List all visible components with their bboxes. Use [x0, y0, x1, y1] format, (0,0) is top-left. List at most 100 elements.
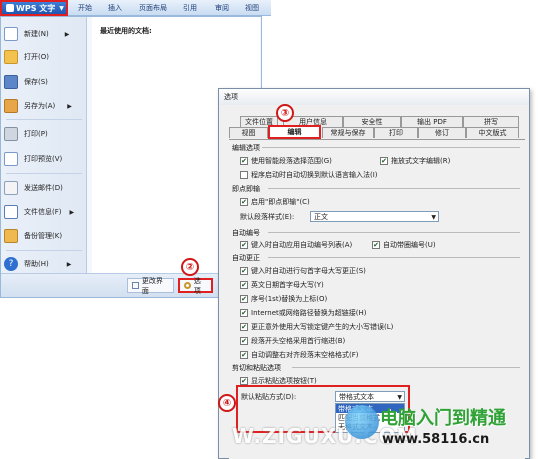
checkmark-icon: ✔: [240, 156, 248, 165]
checkbox-label: 序号(1st)替换为上标(O): [251, 295, 328, 303]
gear-icon: [184, 282, 191, 289]
tab-general-save[interactable]: 常规与保存: [322, 127, 374, 138]
tab-security[interactable]: 安全性: [343, 116, 401, 127]
checkbox-label: 段落开头空格采用首行缩进(B): [251, 337, 346, 345]
checkbox-click-and-type[interactable]: ✔ 启用"即点即输"(C): [240, 197, 310, 207]
checkmark-icon: ✔: [240, 294, 248, 303]
select-value: 带格式文本: [339, 392, 374, 401]
section-divider: [292, 367, 520, 368]
save-as-icon: [4, 99, 18, 113]
marker-2: ②: [181, 258, 199, 276]
menu-separator: [6, 173, 82, 174]
tab-revisions[interactable]: 修订: [418, 127, 466, 138]
menu-item-backup[interactable]: 备份管理(K): [4, 226, 62, 246]
tab-insert[interactable]: 插入: [104, 2, 126, 14]
default-paragraph-style-select[interactable]: 正文 ▼: [310, 211, 439, 222]
menu-item-save-as[interactable]: 另存为(A) ▶: [4, 96, 72, 116]
tab-spelling[interactable]: 拼写: [463, 116, 519, 127]
mail-icon: [4, 181, 18, 195]
menu-item-open[interactable]: 打开(O): [4, 47, 49, 67]
tab-chinese-layout[interactable]: 中文版式: [466, 127, 519, 138]
menu-separator: [6, 119, 82, 120]
menu-item-print-preview[interactable]: 打印预览(V): [4, 149, 62, 169]
tab-view[interactable]: 视图: [229, 127, 268, 138]
new-doc-icon: [4, 27, 18, 41]
checkbox-caps-lock-correction[interactable]: ✔ 更正意外使用大写锁定键产生的大小写错误(L): [240, 322, 393, 332]
checkbox-label: 更正意外使用大写锁定键产生的大小写错误(L): [251, 323, 394, 331]
menu-item-label: 打开(O): [24, 53, 49, 61]
chevron-right-icon: ▶: [64, 30, 70, 38]
section-click-and-type: 即点即输: [232, 185, 260, 193]
menu-item-label: 保存(S): [24, 78, 48, 86]
menu-item-file-info[interactable]: 文件信息(F) ▶: [4, 202, 74, 222]
checkmark-icon: ✔: [372, 240, 380, 249]
menu-item-help[interactable]: ? 帮助(H) ▶: [4, 254, 71, 274]
checkbox-drag-drop[interactable]: ✔ 拖放式文字编辑(R): [380, 156, 450, 166]
checkmark-icon: ✔: [240, 350, 248, 359]
checkbox-label: 自动调整右对齐段落末空格格式(F): [251, 351, 359, 359]
checkmark-icon: ✔: [240, 280, 248, 289]
checkmark-icon: ✔: [240, 308, 248, 317]
menu-item-label: 新建(N): [24, 30, 49, 38]
checkmark-icon: ✔: [240, 322, 248, 331]
tab-review[interactable]: 审阅: [210, 2, 234, 14]
menu-item-send-mail[interactable]: 发送邮件(D): [4, 178, 63, 198]
tab-view[interactable]: 视图: [242, 2, 262, 14]
checkbox-right-align-spaces[interactable]: ✔ 自动调整右对齐段落末空格格式(F): [240, 350, 359, 360]
wps-logo-icon: [6, 4, 14, 12]
tab-references[interactable]: 引用: [180, 2, 200, 14]
menu-item-label: 打印预览(V): [24, 155, 63, 163]
tab-start[interactable]: 开始: [74, 2, 96, 14]
section-cut-paste: 剪切和粘贴选项: [232, 364, 281, 372]
marker-4: ④: [218, 394, 236, 412]
menu-item-label: 另存为(A): [24, 102, 56, 110]
tab-page-layout[interactable]: 页面布局: [136, 2, 170, 14]
default-paragraph-style-label: 默认段落样式(E):: [240, 213, 295, 221]
change-ui-button[interactable]: 更改界面: [127, 277, 174, 295]
checkbox-empty-icon: [240, 171, 248, 179]
checkbox-ordinal-superscript[interactable]: ✔ 序号(1st)替换为上标(O): [240, 294, 327, 304]
default-paste-select[interactable]: 带格式文本 ▼: [335, 391, 405, 402]
section-divider: [268, 188, 520, 189]
chevron-right-icon: ▶: [69, 208, 75, 216]
checkbox-auto-ime[interactable]: 程序启动时自动切换到默认语言输入法(I): [240, 170, 378, 180]
section-auto-numbering: 自动编号: [232, 229, 260, 237]
menu-item-save[interactable]: 保存(S): [4, 72, 48, 92]
help-icon: ?: [4, 257, 18, 271]
checkbox-capitalize-first-letter[interactable]: ✔ 键入时自动进行句首字母大写更正(S): [240, 266, 366, 276]
marker-3: ③: [276, 104, 294, 122]
checkmark-icon: ✔: [240, 197, 248, 206]
menu-item-new[interactable]: 新建(N) ▶: [4, 24, 69, 44]
change-ui-icon: [132, 282, 139, 289]
menu-separator: [6, 250, 82, 251]
checkbox-hyperlinks[interactable]: ✔ Internet或网络路径替换为超链接(H): [240, 308, 367, 318]
menu-item-label: 打印(P): [24, 130, 48, 138]
checkmark-icon: ✔: [380, 156, 388, 165]
open-folder-icon: [4, 50, 18, 64]
watermark-brand: 电脑入门到精通: [380, 408, 506, 429]
section-divider: [262, 147, 520, 148]
checkmark-icon: ✔: [240, 240, 248, 249]
tab-print[interactable]: 打印: [374, 127, 418, 138]
checkbox-capitalize-dates[interactable]: ✔ 英文日期首字母大写(Y): [240, 280, 324, 290]
tab-edit[interactable]: 编辑: [268, 125, 321, 139]
checkbox-label: 程序启动时自动切换到默认语言输入法(I): [251, 171, 378, 179]
tab-output-pdf[interactable]: 输出 PDF: [401, 116, 463, 127]
wps-menu-button[interactable]: WPS 文字 ▼: [0, 0, 68, 16]
menu-item-label: 发送邮件(D): [24, 184, 63, 192]
print-icon: [4, 127, 18, 141]
checkbox-first-line-indent[interactable]: ✔ 段落开头空格采用首行缩进(B): [240, 336, 345, 346]
options-button[interactable]: 选项: [178, 277, 213, 295]
chevron-down-icon: ▼: [59, 4, 64, 12]
checkmark-icon: ✔: [240, 336, 248, 345]
checkbox-label: 拖放式文字编辑(R): [391, 157, 451, 165]
save-icon: [4, 75, 18, 89]
section-autocorrect: 自动更正: [232, 254, 260, 262]
checkbox-auto-numbered-list[interactable]: ✔ 键入时自动应用自动编号列表(A): [240, 240, 352, 250]
menu-item-print[interactable]: 打印(P): [4, 124, 48, 144]
file-info-icon: [4, 205, 18, 219]
backup-icon: [4, 229, 18, 243]
checkbox-smart-paragraph[interactable]: ✔ 使用智能段落选择范围(G): [240, 156, 332, 166]
checkbox-label: Internet或网络路径替换为超链接(H): [251, 309, 367, 317]
checkbox-circled-numbering[interactable]: ✔ 自动带圈编号(U): [372, 240, 436, 250]
